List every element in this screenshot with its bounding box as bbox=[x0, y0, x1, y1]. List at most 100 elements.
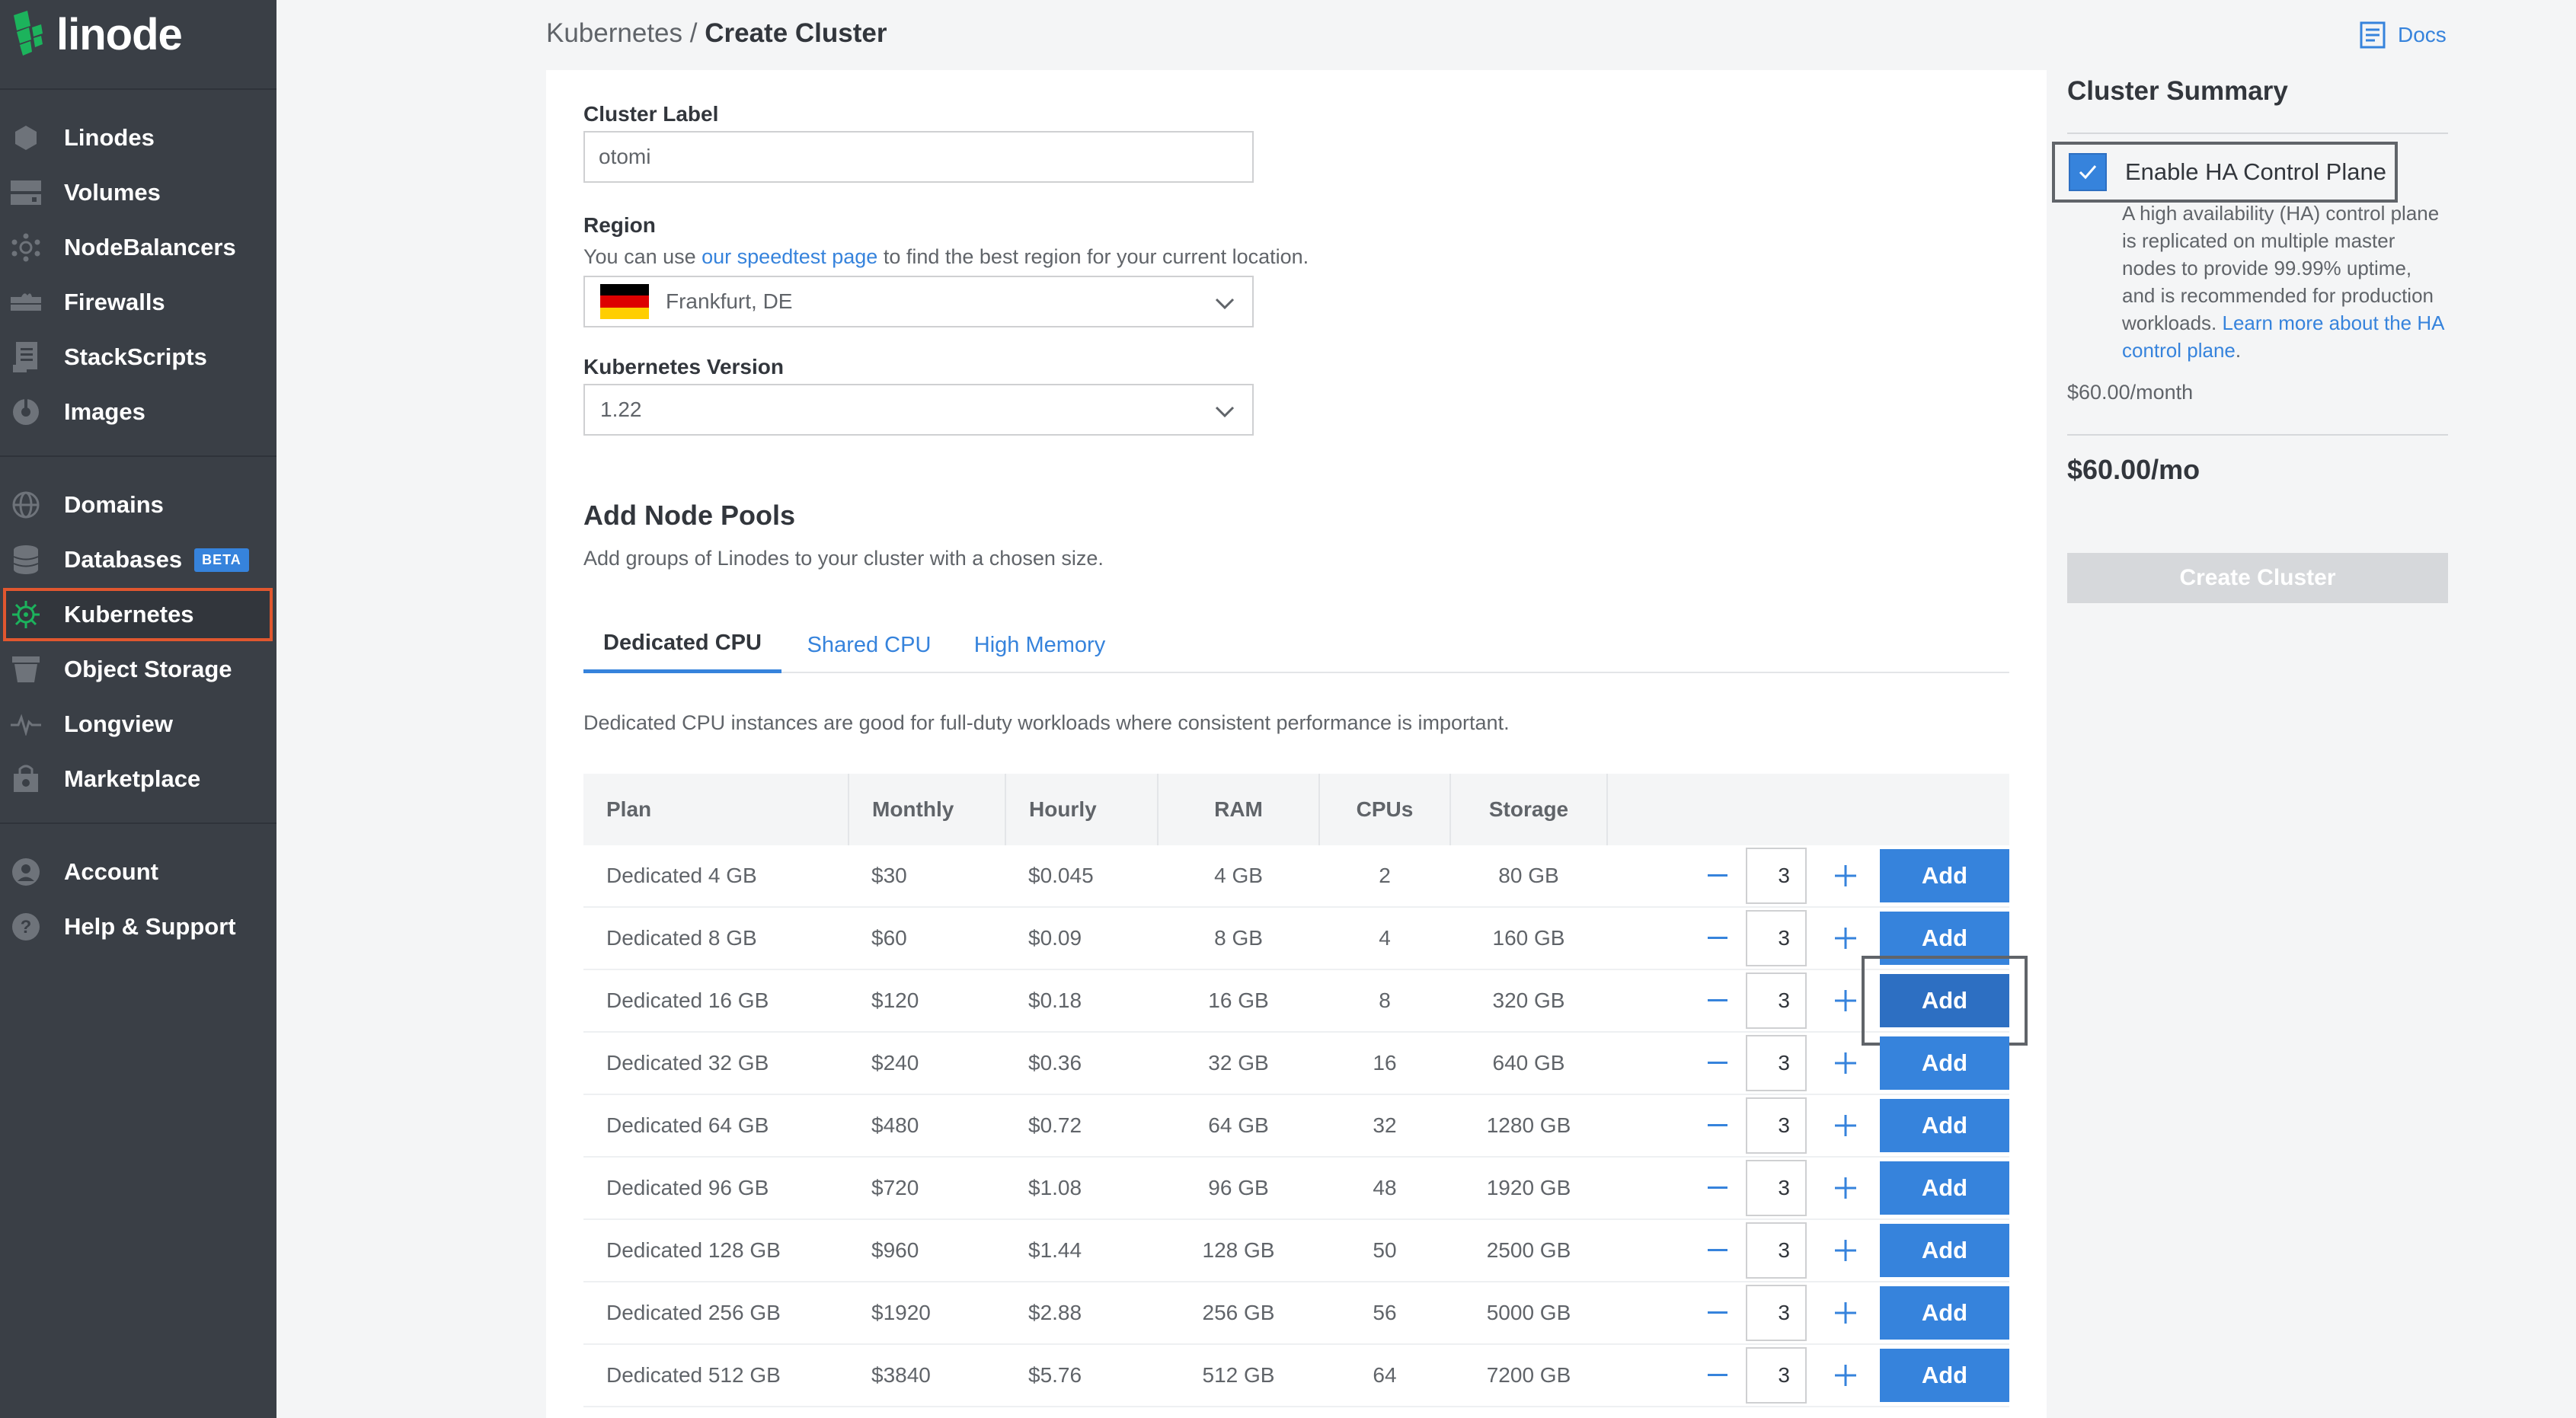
sidebar-item-firewalls[interactable]: Firewalls bbox=[5, 277, 271, 327]
decrement-button[interactable] bbox=[1689, 1100, 1746, 1151]
increment-button[interactable] bbox=[1817, 975, 1874, 1027]
quantity-input[interactable]: 3 bbox=[1746, 1222, 1807, 1279]
decrement-button[interactable] bbox=[1689, 850, 1746, 902]
sidebar-item-label: StackScripts bbox=[64, 343, 207, 370]
storage-value: 5000 GB bbox=[1450, 1282, 1607, 1345]
add-pool-button[interactable]: Add bbox=[1880, 1036, 2009, 1090]
quantity-controls: 3 Add bbox=[1607, 907, 2009, 970]
sidebar-item-account[interactable]: Account bbox=[5, 847, 271, 897]
cpus-value: 56 bbox=[1319, 1282, 1450, 1345]
add-pool-button[interactable]: Add bbox=[1880, 1099, 2009, 1152]
increment-button[interactable] bbox=[1817, 1287, 1874, 1339]
breadcrumb-parent[interactable]: Kubernetes bbox=[546, 18, 682, 48]
increment-button[interactable] bbox=[1817, 1100, 1874, 1151]
ram-value: 8 GB bbox=[1158, 907, 1319, 970]
ha-control-plane-label: Enable HA Control Plane bbox=[2125, 158, 2386, 185]
cluster-label-label: Cluster Label bbox=[583, 102, 719, 126]
increment-button[interactable] bbox=[1817, 912, 1874, 964]
sidebar-item-databases[interactable]: Databases BETA bbox=[5, 535, 271, 585]
create-cluster-button[interactable]: Create Cluster bbox=[2067, 553, 2448, 603]
nav-divider bbox=[0, 455, 276, 457]
decrement-button[interactable] bbox=[1689, 1287, 1746, 1339]
quantity-stepper: 3 Add bbox=[1607, 1033, 2009, 1094]
sidebar-item-stackscripts[interactable]: StackScripts bbox=[5, 332, 271, 382]
quantity-input[interactable]: 3 bbox=[1746, 848, 1807, 904]
quantity-input[interactable]: 3 bbox=[1746, 1097, 1807, 1154]
increment-button[interactable] bbox=[1817, 1162, 1874, 1214]
add-pool-button[interactable]: Add bbox=[1880, 1161, 2009, 1215]
increment-button[interactable] bbox=[1817, 850, 1874, 902]
quantity-input[interactable]: 3 bbox=[1746, 1160, 1807, 1216]
minus-icon bbox=[1708, 1124, 1727, 1126]
decrement-button[interactable] bbox=[1689, 975, 1746, 1027]
sidebar-item-linodes[interactable]: Linodes bbox=[5, 113, 271, 163]
cpus-value: 16 bbox=[1319, 1032, 1450, 1095]
quantity-input[interactable]: 3 bbox=[1746, 1285, 1807, 1341]
table-row: Dedicated 4 GB $30 $0.045 4 GB 2 80 GB 3 Add bbox=[583, 845, 2009, 908]
speedtest-link[interactable]: our speedtest page bbox=[702, 245, 877, 268]
quantity-stepper: 3 Add bbox=[1607, 1345, 2009, 1406]
add-pool-button[interactable]: Add bbox=[1880, 849, 2009, 902]
minus-icon bbox=[1708, 937, 1727, 939]
sidebar-item-label: Linodes bbox=[64, 124, 155, 151]
database-icon bbox=[11, 545, 41, 575]
table-row: Dedicated 32 GB $240 $0.36 32 GB 16 640 GB 3 Ad… bbox=[583, 1032, 2009, 1095]
region-select[interactable]: Frankfurt, DE bbox=[583, 276, 1254, 327]
ha-control-plane-toggle[interactable]: Enable HA Control Plane bbox=[2052, 142, 2398, 203]
nav-divider bbox=[0, 88, 276, 90]
sidebar-item-longview[interactable]: Longview bbox=[5, 699, 271, 749]
script-icon bbox=[11, 342, 41, 372]
sidebar-item-domains[interactable]: Domains bbox=[5, 480, 271, 530]
add-pool-button[interactable]: Add bbox=[1862, 956, 2028, 1046]
increment-button[interactable] bbox=[1817, 1349, 1874, 1401]
quantity-input[interactable]: 3 bbox=[1746, 1035, 1807, 1091]
document-icon bbox=[2360, 21, 2386, 49]
quantity-input[interactable]: 3 bbox=[1746, 972, 1807, 1029]
sidebar-item-nodebalancers[interactable]: NodeBalancers bbox=[5, 222, 271, 273]
plan-name: Dedicated 512 GB bbox=[583, 1344, 849, 1407]
increment-button[interactable] bbox=[1817, 1037, 1874, 1089]
decrement-button[interactable] bbox=[1689, 1037, 1746, 1089]
monthly-price: $60 bbox=[849, 907, 1005, 970]
sidebar: linode Linodes Volumes NodeBalancers Fir… bbox=[0, 0, 276, 1418]
quantity-input[interactable]: 3 bbox=[1746, 1347, 1807, 1404]
table-header-row: Plan Monthly Hourly RAM CPUs Storage bbox=[583, 774, 2009, 845]
region-label: Region bbox=[583, 213, 656, 237]
decrement-button[interactable] bbox=[1689, 1225, 1746, 1276]
breadcrumb-separator: / bbox=[689, 18, 698, 48]
sidebar-item-label: Kubernetes bbox=[64, 601, 194, 628]
sidebar-item-object-storage[interactable]: Object Storage bbox=[5, 644, 271, 695]
sidebar-item-marketplace[interactable]: Marketplace bbox=[5, 754, 271, 804]
decrement-button[interactable] bbox=[1689, 912, 1746, 964]
pulse-icon bbox=[11, 709, 41, 739]
cpus-value: 50 bbox=[1319, 1219, 1450, 1282]
cluster-label-input[interactable] bbox=[583, 131, 1254, 183]
table-row: Dedicated 16 GB $120 $0.18 16 GB 8 320 GB 3 Add bbox=[583, 956, 2028, 1046]
sidebar-item-label: Longview bbox=[64, 711, 173, 737]
app-root: linode Linodes Volumes NodeBalancers Fir… bbox=[0, 0, 2576, 1418]
kubernetes-version-value: 1.22 bbox=[600, 398, 642, 421]
decrement-button[interactable] bbox=[1689, 1162, 1746, 1214]
add-pool-button[interactable]: Add bbox=[1880, 1286, 2009, 1340]
sidebar-item-help-support[interactable]: ? Help & Support bbox=[5, 902, 271, 952]
add-pool-button[interactable]: Add bbox=[1880, 912, 2009, 965]
table-row: Dedicated 256 GB $1920 $2.88 256 GB 56 5000 G… bbox=[583, 1282, 2009, 1345]
sidebar-item-volumes[interactable]: Volumes bbox=[5, 168, 271, 218]
tab-dedicated-cpu[interactable]: Dedicated CPU bbox=[583, 617, 781, 673]
linode-logo[interactable]: linode bbox=[11, 8, 183, 61]
storage-value: 7200 GB bbox=[1450, 1344, 1607, 1407]
quantity-input[interactable]: 3 bbox=[1746, 910, 1807, 966]
sidebar-item-images[interactable]: Images bbox=[5, 387, 271, 437]
add-pool-button[interactable]: Add bbox=[1880, 1224, 2009, 1277]
plus-icon bbox=[1835, 1052, 1856, 1074]
increment-button[interactable] bbox=[1817, 1225, 1874, 1276]
add-pool-button[interactable]: Add bbox=[1880, 1349, 2009, 1402]
checkbox-checked[interactable] bbox=[2069, 153, 2107, 191]
sidebar-item-kubernetes[interactable]: Kubernetes bbox=[3, 588, 273, 641]
sidebar-item-label: Help & Support bbox=[64, 913, 236, 940]
kubernetes-version-select[interactable]: 1.22 bbox=[583, 384, 1254, 436]
docs-link[interactable]: Docs bbox=[2360, 21, 2447, 49]
tab-high-memory[interactable]: High Memory bbox=[960, 617, 1120, 673]
tab-shared-cpu[interactable]: Shared CPU bbox=[797, 617, 941, 673]
decrement-button[interactable] bbox=[1689, 1349, 1746, 1401]
